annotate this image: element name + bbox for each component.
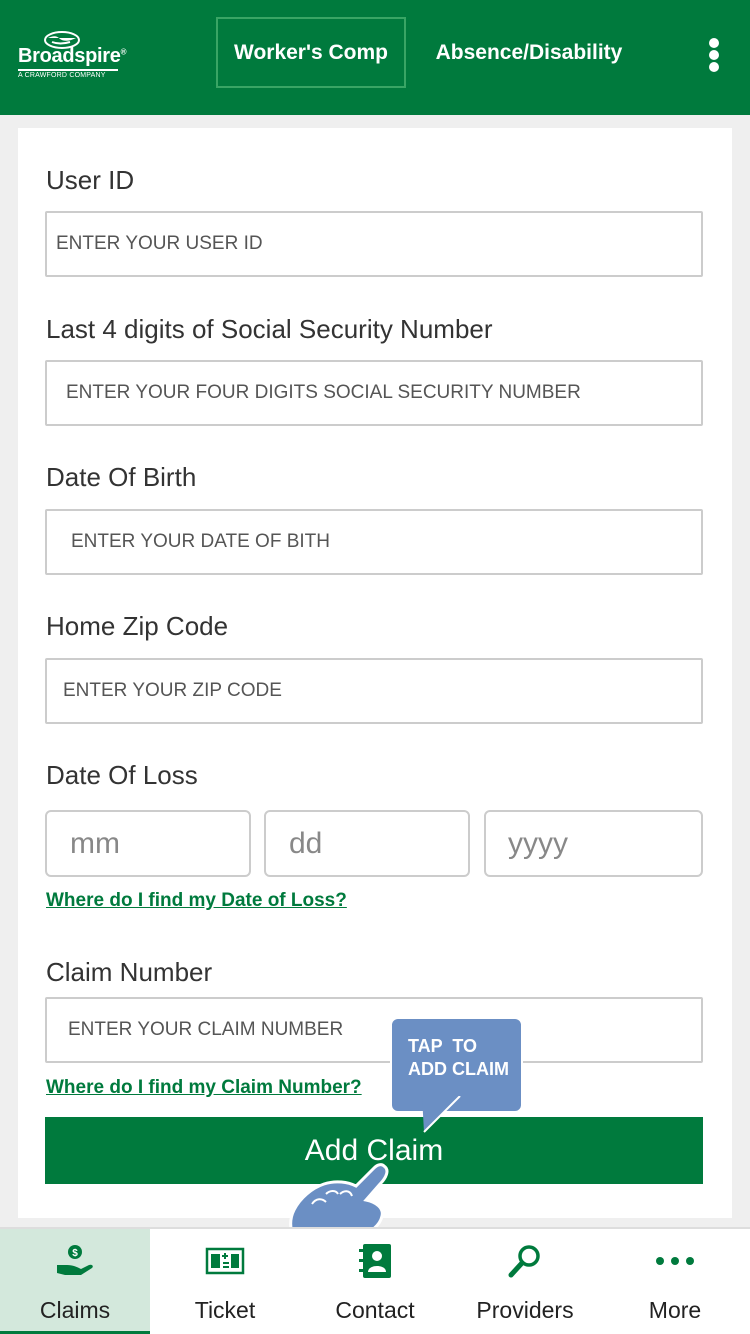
search-icon [450,1241,600,1281]
claim-number-help-link[interactable]: Where do I find my Claim Number? [46,1077,362,1099]
dob-input[interactable]: ENTER YOUR DATE OF BITH [45,509,703,575]
nav-label-ticket: Ticket [194,1297,256,1323]
tooltip-line-2: ADD CLAIM [408,1059,509,1079]
hand-money-icon: $ [0,1241,150,1281]
nav-more[interactable]: More [600,1229,750,1334]
ssn-label: Last 4 digits of Social Security Number [46,314,493,344]
nav-label-claims: Claims [39,1297,111,1323]
tab-absence-disability[interactable]: Absence/Disability [424,17,634,88]
app-header: Broadspire® A CRAWFORD COMPANY Worker's … [0,0,750,115]
loss-day-input[interactable]: dd [264,810,470,877]
zip-label: Home Zip Code [46,611,229,641]
zip-input[interactable]: ENTER YOUR ZIP CODE [45,658,703,724]
nav-contact[interactable]: Contact [300,1229,450,1334]
bottom-nav: $ Claims Ticket Contact Providers More [0,1227,750,1334]
date-of-loss-help-link[interactable]: Where do I find my Date of Loss? [46,890,347,912]
tooltip-line-1: TAP TO [408,1036,478,1056]
tab-workers-comp[interactable]: Worker's Comp [216,17,406,88]
loss-year-input[interactable]: yyyy [484,810,703,877]
user-id-label: User ID [46,165,135,195]
nav-providers[interactable]: Providers [450,1229,600,1334]
ssn-input[interactable]: ENTER YOUR FOUR DIGITS SOCIAL SECURITY N… [45,360,703,426]
contact-book-icon [300,1241,450,1281]
more-dots-icon [600,1241,750,1281]
broadspire-logo: Broadspire® A CRAWFORD COMPANY [16,30,126,82]
svg-text:$: $ [72,1248,78,1259]
claim-number-label: Claim Number [46,957,213,987]
kebab-menu-icon[interactable] [700,34,730,74]
nav-label-contact: Contact [335,1297,415,1323]
logo-underline [18,69,118,71]
tooltip-tail [422,1096,461,1133]
date-of-loss-label: Date Of Loss [46,760,198,790]
nav-claims[interactable]: $ Claims [0,1229,150,1334]
nav-label-providers: Providers [476,1297,574,1323]
logo-subtitle: A CRAWFORD COMPANY [18,72,106,79]
user-id-input[interactable]: ENTER YOUR USER ID [45,211,703,277]
nav-ticket[interactable]: Ticket [150,1229,300,1334]
logo-text: Broadspire® [18,45,127,67]
loss-month-input[interactable]: mm [45,810,251,877]
dob-label: Date Of Birth [46,462,197,492]
nav-label-more: More [648,1297,702,1323]
ticket-icon [150,1241,300,1281]
claim-number-input[interactable]: ENTER YOUR CLAIM NUMBER [45,997,703,1063]
